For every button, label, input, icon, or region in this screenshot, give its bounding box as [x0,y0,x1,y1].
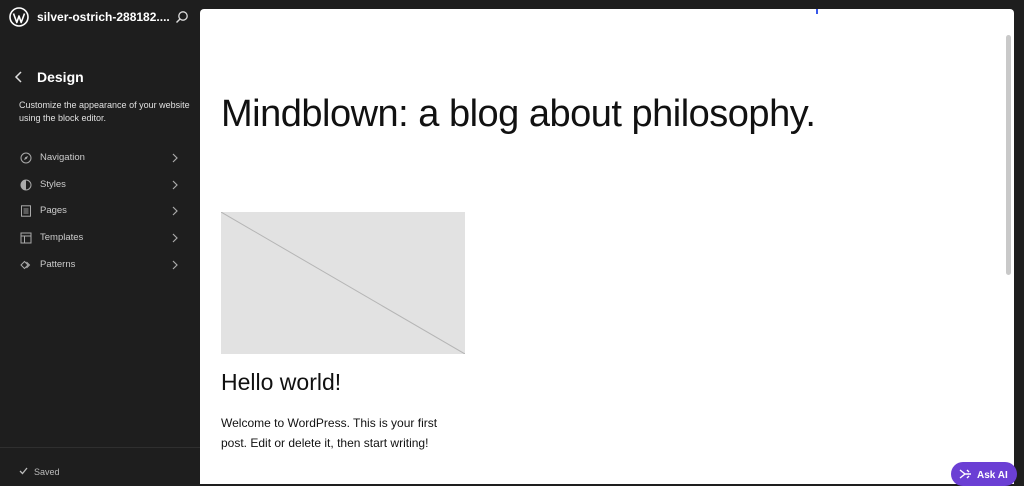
site-title[interactable]: Mindblown: a blog about philosophy. [221,93,816,136]
compass-icon [20,152,32,164]
canvas-scrollbar[interactable] [1006,35,1011,275]
sidebar-item-patterns[interactable]: Patterns [0,252,200,279]
sidebar: Design Customize the appearance of your … [0,34,200,484]
editor-canvas[interactable]: Mindblown: a blog about philosophy. Hell… [200,9,1014,484]
top-bar: silver-ostrich-288182.... [0,0,200,34]
save-status-label: Saved [34,467,60,477]
search-icon[interactable] [174,9,190,25]
featured-image-placeholder[interactable] [220,211,466,355]
page-icon [21,205,31,218]
layout-icon [20,232,32,244]
chevron-right-icon [172,260,178,270]
sidebar-item-label: Pages [40,205,67,217]
sidebar-item-navigation[interactable]: Navigation [0,145,200,172]
sidebar-item-label: Patterns [40,258,76,270]
checkmark-icon [19,467,28,475]
post-title[interactable]: Hello world! [221,369,341,396]
diamond-icon [20,260,31,269]
sidebar-description: Customize the appearance of your website… [19,100,190,123]
save-status: Saved [19,467,60,477]
chevron-right-icon [172,206,178,216]
half-circle-icon [20,179,32,191]
sidebar-item-label: Templates [40,232,84,244]
sidebar-item-label: Navigation [40,152,85,163]
sparkle-icon [959,469,971,479]
chevron-right-icon [172,233,178,243]
back-chevron-icon[interactable] [12,70,26,84]
sidebar-item-pages[interactable]: Pages [0,198,200,225]
sidebar-item-styles[interactable]: Styles [0,172,200,199]
chevron-right-icon [172,153,178,163]
ask-ai-label: Ask AI [977,470,1008,481]
placeholder-diagonal [220,211,466,355]
sidebar-item-templates[interactable]: Templates [0,225,200,252]
chevron-right-icon [172,180,178,190]
sidebar-title: Design [37,69,84,85]
wordpress-logo-icon[interactable] [9,7,29,27]
sidebar-divider [0,447,200,448]
insertion-indicator [816,9,818,14]
post-excerpt[interactable]: Welcome to WordPress. This is your first… [221,413,466,453]
sidebar-nav: Navigation Styles Pages Templates Patter… [0,145,200,278]
sidebar-item-label: Styles [40,178,66,190]
site-name[interactable]: silver-ostrich-288182.... [37,10,170,24]
ask-ai-button[interactable]: Ask AI [951,462,1017,486]
